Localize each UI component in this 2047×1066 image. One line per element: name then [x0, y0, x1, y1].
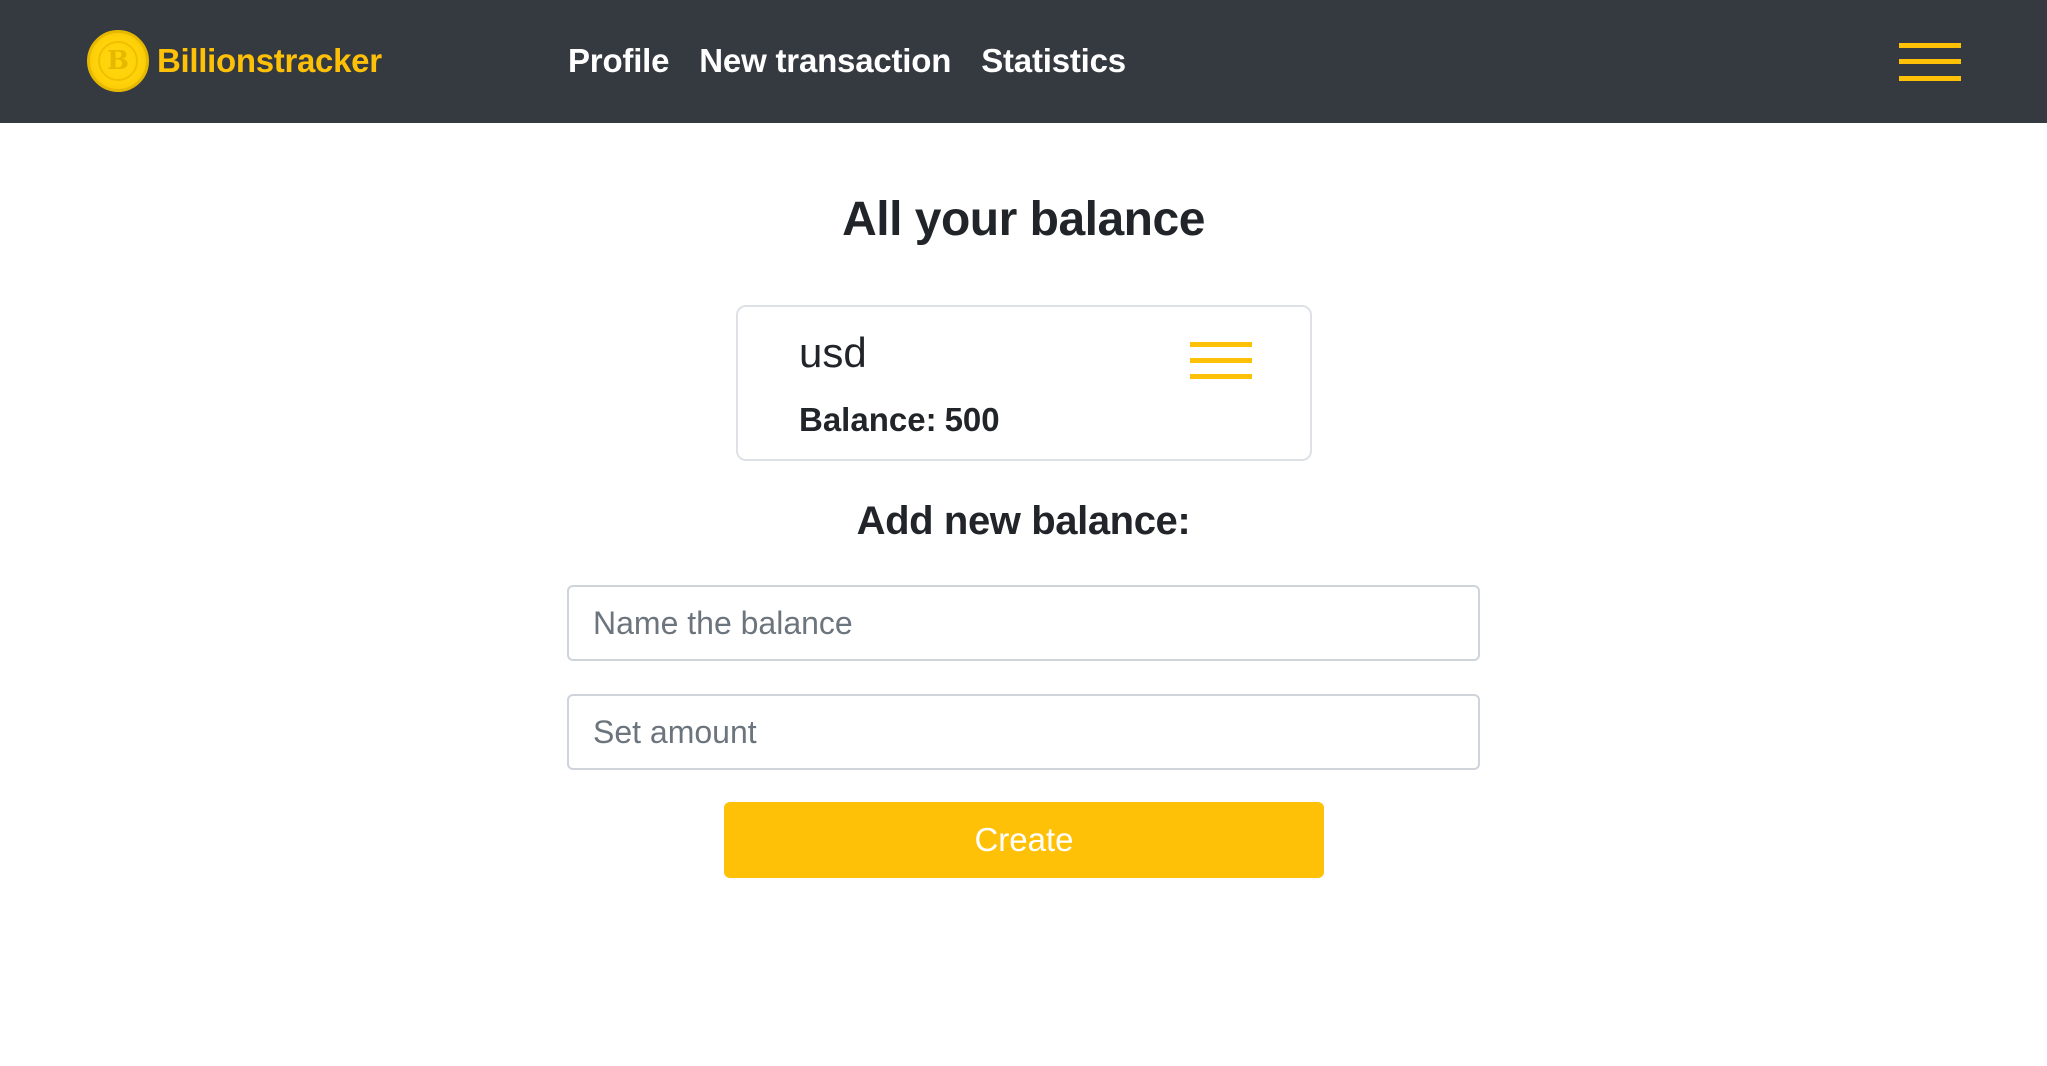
balance-name: usd — [799, 329, 867, 376]
brand-name: Billionstracker — [157, 42, 382, 79]
balance-card: usd Balance: 500 — [736, 305, 1312, 461]
menu-bar — [1899, 43, 1961, 48]
nav-link-profile[interactable]: Profile — [568, 42, 669, 80]
coin-letter: B — [98, 41, 138, 81]
menu-bar — [1190, 342, 1252, 347]
balance-name-input[interactable] — [567, 585, 1480, 661]
menu-bar — [1190, 358, 1252, 363]
nav-links: Profile New transaction Statistics — [568, 38, 1126, 84]
hamburger-menu-icon[interactable] — [1190, 340, 1252, 382]
menu-bar — [1899, 59, 1961, 64]
balance-label: Balance: — [799, 401, 937, 438]
coin-icon: B — [87, 30, 149, 92]
navbar: B Billionstracker Profile New transactio… — [0, 0, 2047, 123]
menu-bar — [1190, 374, 1252, 379]
create-button[interactable]: Create — [724, 802, 1324, 878]
menu-bar — [1899, 76, 1961, 81]
hamburger-menu-icon[interactable] — [1899, 40, 1961, 84]
page-title: All your balance — [842, 193, 1205, 246]
nav-link-statistics[interactable]: Statistics — [981, 42, 1126, 80]
add-balance-title: Add new balance: — [856, 499, 1191, 543]
nav-link-new-transaction[interactable]: New transaction — [699, 42, 951, 80]
balance-value: 500 — [944, 401, 1000, 438]
brand-link[interactable]: B Billionstracker — [87, 30, 382, 92]
balance-amount: Balance: 500 — [799, 401, 1000, 439]
balance-amount-input[interactable] — [567, 694, 1480, 770]
